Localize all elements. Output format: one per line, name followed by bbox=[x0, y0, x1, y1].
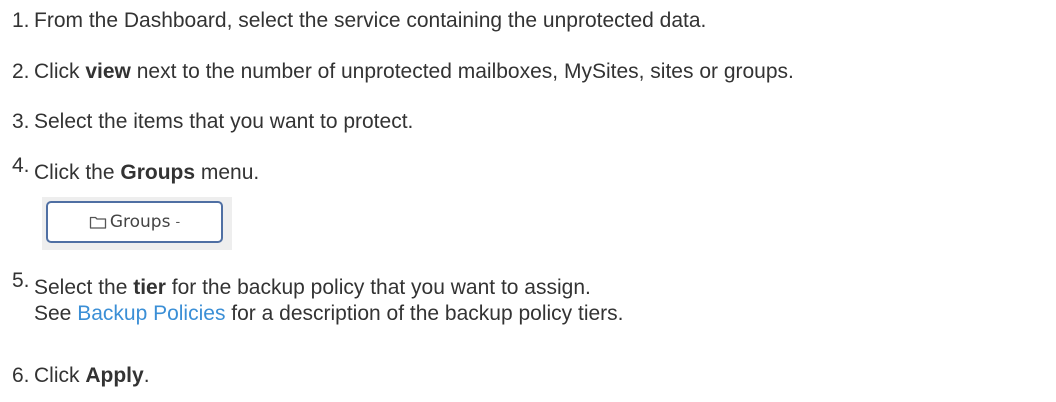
step-number: 5. bbox=[12, 269, 30, 292]
backup-policies-link[interactable]: Backup Policies bbox=[77, 302, 225, 325]
step-number: 1. bbox=[12, 9, 30, 32]
folder-icon bbox=[89, 216, 106, 229]
step-text: From the Dashboard, select the service c… bbox=[34, 9, 707, 32]
step-5-line-2: See Backup Policies for a description of… bbox=[34, 301, 624, 327]
step-bold-term: tier bbox=[133, 276, 166, 299]
step-text-pre: Click bbox=[34, 364, 86, 387]
step-line2-pre: See bbox=[34, 302, 78, 325]
step-text-post: . bbox=[143, 364, 150, 387]
step-text-pre: Select the bbox=[34, 276, 134, 299]
chevron-down-icon: - bbox=[175, 214, 181, 230]
step-text-pre: Click bbox=[34, 60, 86, 83]
groups-menu-label: Groups bbox=[109, 212, 171, 232]
step-2: 2. Click view next to the number of unpro… bbox=[12, 59, 794, 85]
step-text-post: next to the number of unprotected mailbo… bbox=[130, 60, 794, 83]
step-text-post: for the backup policy that you want to a… bbox=[165, 276, 591, 299]
step-4: 4. Click the Groups menu. bbox=[12, 154, 260, 186]
step-6: 6. Click Apply. bbox=[12, 363, 150, 389]
step-text-post: menu. bbox=[195, 161, 260, 184]
instruction-steps: 1. From the Dashboard, select the service… bbox=[0, 0, 1056, 402]
groups-menu-button[interactable]: Groups - bbox=[46, 201, 223, 243]
groups-menu-screenshot: Groups - bbox=[42, 197, 232, 250]
step-bold-term: view bbox=[85, 60, 131, 83]
step-1: 1. From the Dashboard, select the service… bbox=[12, 8, 706, 34]
step-text-pre: Click the bbox=[34, 161, 121, 184]
step-text: Select the items that you want to protec… bbox=[34, 110, 414, 133]
step-number: 3. bbox=[12, 110, 30, 133]
step-number: 4. bbox=[12, 154, 30, 177]
step-line2-post: for a description of the backup policy t… bbox=[225, 302, 624, 325]
step-5: 5. Select the tier for the backup policy … bbox=[12, 269, 624, 327]
step-number: 6. bbox=[12, 364, 30, 387]
step-3: 3. Select the items that you want to prot… bbox=[12, 109, 413, 135]
step-bold-term: Groups bbox=[120, 161, 196, 184]
step-bold-term: Apply bbox=[85, 364, 144, 387]
step-number: 2. bbox=[12, 60, 30, 83]
